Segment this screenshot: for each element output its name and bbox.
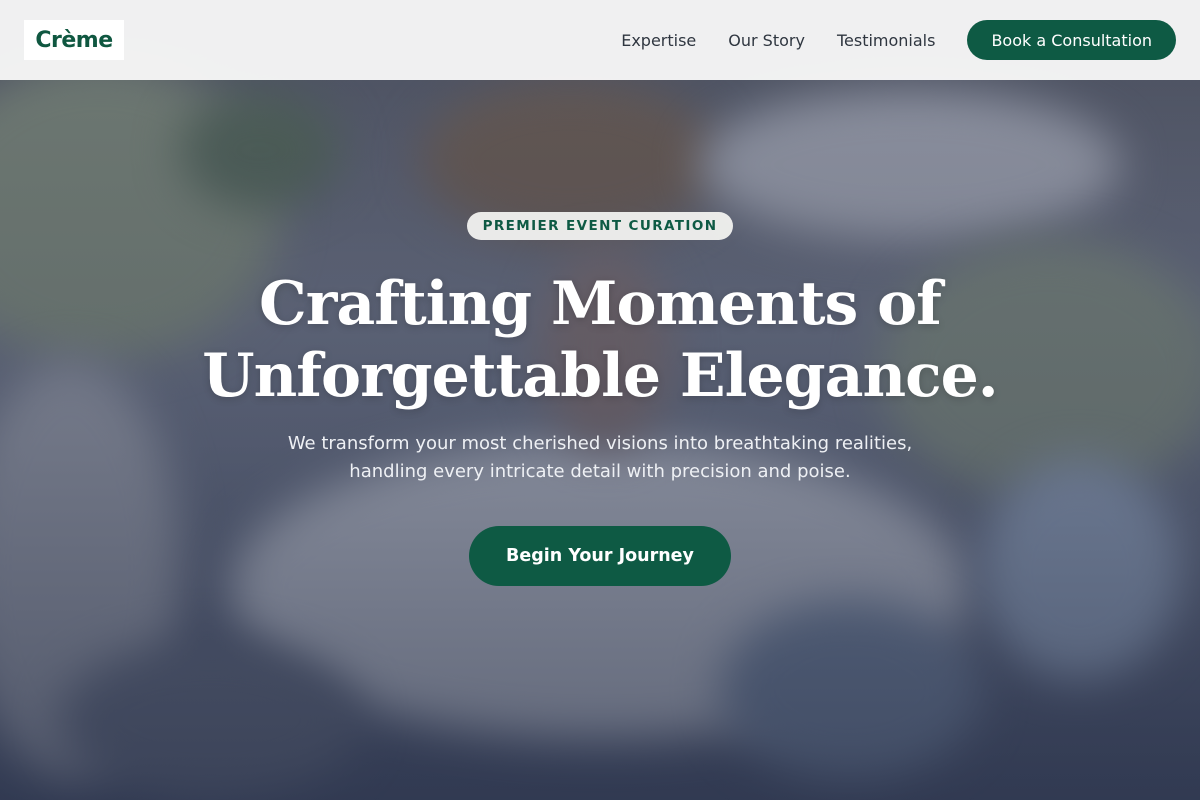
nav-link-testimonials[interactable]: Testimonials: [837, 31, 936, 50]
begin-journey-button[interactable]: Begin Your Journey: [469, 526, 731, 586]
hero-section: PREMIER EVENT CURATION Crafting Moments …: [0, 212, 1200, 586]
eyebrow-badge: PREMIER EVENT CURATION: [466, 212, 734, 240]
nav-link-our-story[interactable]: Our Story: [728, 31, 805, 50]
nav-menu: Expertise Our Story Testimonials Book a …: [621, 20, 1176, 60]
hero-headline: Crafting Moments of Unforgettable Elegan…: [202, 268, 998, 412]
top-navbar: Crème Expertise Our Story Testimonials B…: [0, 0, 1200, 80]
nav-link-expertise[interactable]: Expertise: [621, 31, 696, 50]
hero-headline-line-2: Unforgettable Elegance.: [202, 341, 998, 411]
hero-subtext: We transform your most cherished visions…: [287, 433, 913, 482]
hero-headline-line-1: Crafting Moments of: [259, 269, 942, 339]
book-consultation-button[interactable]: Book a Consultation: [967, 20, 1176, 60]
brand-logo[interactable]: Crème: [24, 20, 124, 60]
